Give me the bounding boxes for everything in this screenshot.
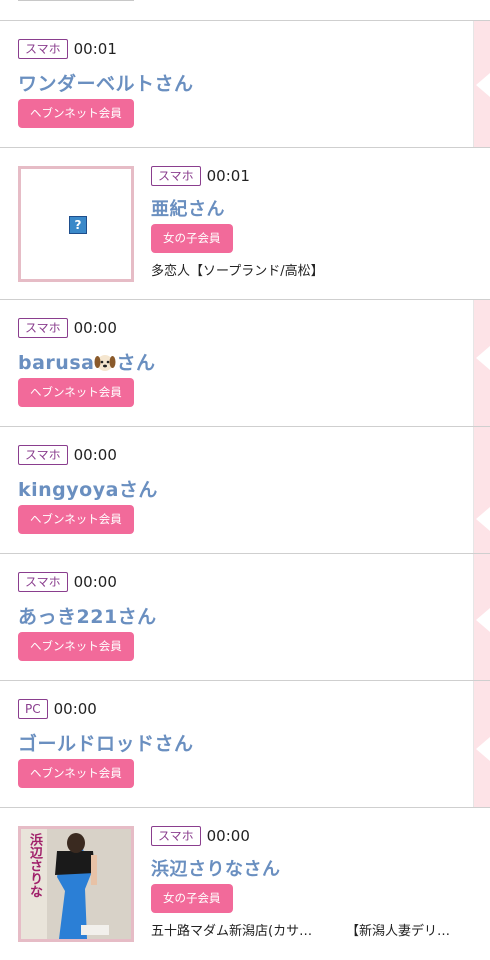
user-name-link[interactable]: ワンダーベルトさん [18,69,194,96]
device-badge: スマホ [151,826,201,846]
timestamp: 00:01 [206,167,250,185]
device-badge: スマホ [18,572,68,592]
user-name-prefix: barusa [18,352,95,374]
list-item[interactable]: PC 00:00 ゴールドロッドさん ヘブンネット会員 [0,680,490,807]
timestamp: 00:00 [206,827,250,845]
edge-notch [476,737,490,761]
edge-notch [476,73,490,97]
list-item[interactable]: 浜辺さりな スマホ 00:00 浜辺さりなさん 女の子会員 五十路マダム新潟店(… [0,807,490,960]
user-name-link[interactable]: ゴールドロッドさん [18,729,194,756]
list-item[interactable]: スマホ 00:00 kingyoyaさん ヘブンネット会員 [0,426,490,553]
device-badge: スマホ [18,318,68,338]
timestamp: 00:00 [73,319,117,337]
list-item[interactable]: ? スマホ 00:01 亜紀さん 女の子会員 多恋人【ソープランド/高松】 [0,147,490,299]
member-badge: ヘブンネット会員 [18,378,134,407]
timestamp: 00:00 [53,700,97,718]
dog-face-emoji [94,355,116,371]
device-badge: PC [18,699,48,719]
previous-thumb-edge [18,0,134,1]
device-badge: スマホ [18,445,68,465]
divider [473,300,474,426]
shop-link[interactable]: 五十路マダム新潟店(カサ… [151,920,312,939]
profile-thumbnail[interactable]: ? [18,166,134,282]
timestamp: 00:00 [73,446,117,464]
user-name-link[interactable]: 浜辺さりなさん [151,855,281,881]
previous-entry-tail [0,0,490,20]
list-item[interactable]: スマホ 00:01 ワンダーベルトさん ヘブンネット会員 [0,20,490,147]
user-name-link[interactable]: 亜紀さん [151,195,225,221]
list-item[interactable]: スマホ 00:00 barusa さん ヘブンネット会員 [0,299,490,426]
member-badge: ヘブンネット会員 [18,759,134,788]
divider [473,21,474,147]
edge-notch [476,507,490,531]
divider [473,681,474,807]
divider [473,427,474,553]
thumb-caption: 浜辺さりな [27,833,42,898]
broken-image-icon: ? [69,216,87,234]
divider [473,554,474,680]
edge-notch [476,346,490,370]
profile-thumbnail[interactable]: 浜辺さりな [18,826,134,942]
member-badge: ヘブンネット会員 [18,505,134,534]
member-badge: 女の子会員 [151,224,233,253]
device-badge: スマホ [18,39,68,59]
edge-notch [476,608,490,632]
member-badge: 女の子会員 [151,884,233,913]
user-name-link[interactable]: barusa さん [18,348,155,375]
list-item[interactable]: スマホ 00:00 あっき221さん ヘブンネット会員 [0,553,490,680]
timestamp: 00:01 [73,40,117,58]
user-name-suffix: さん [116,352,156,374]
timestamp: 00:00 [73,573,117,591]
shop-category-link[interactable]: 【新潟人妻デリ… [346,920,450,939]
member-badge: ヘブンネット会員 [18,632,134,661]
member-badge: ヘブンネット会員 [18,99,134,128]
user-name-link[interactable]: あっき221さん [18,602,157,629]
device-badge: スマホ [151,166,201,186]
shop-link[interactable]: 多恋人【ソープランド/高松】 [151,260,324,279]
user-name-link[interactable]: kingyoyaさん [18,475,158,502]
